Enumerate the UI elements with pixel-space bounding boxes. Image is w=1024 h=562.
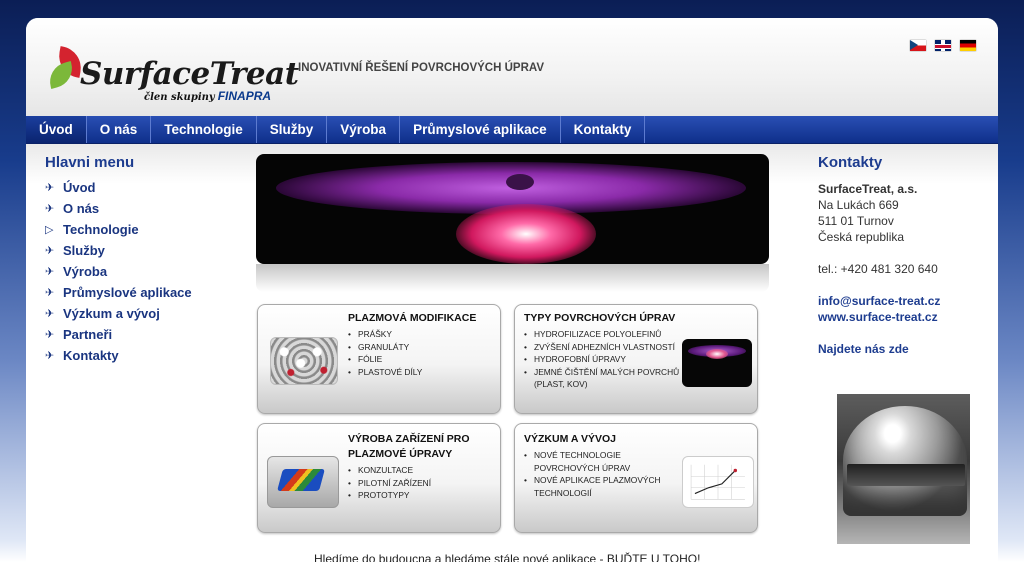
card-title: VÝZKUM A VÝVOJ (524, 433, 616, 445)
logo-text: SurfaceTreat (80, 56, 299, 92)
sidebar-item-vyroba[interactable]: ✈ Výroba (45, 261, 235, 282)
nav-item-o-nas[interactable]: O nás (87, 116, 152, 143)
wing-icon: ✈ (45, 329, 55, 341)
wing-icon: ✈ (45, 266, 55, 278)
sidebar-item-prumyslove-aplikace[interactable]: ✈ Průmyslové aplikace (45, 282, 235, 303)
wing-icon: ✈ (45, 203, 55, 215)
list-item: HYDROFILIZACE POLYOLEFINŮ (524, 328, 689, 341)
nav-item-prumyslove-aplikace[interactable]: Průmyslové aplikace (400, 116, 561, 143)
page-container: SurfaceTreat člen skupiny FINAPRA INOVATI… (26, 18, 998, 562)
triangle-right-icon: ▷ (45, 224, 54, 236)
de-flag-icon[interactable] (960, 40, 976, 51)
granules-image (270, 337, 338, 385)
water-droplet-photo (837, 394, 970, 544)
list-item: PROTOTYPY (348, 489, 498, 502)
list-item: PLASTOVÉ DÍLY (348, 366, 498, 379)
banner-reflection (256, 264, 769, 292)
logo-subtitle: člen skupiny FINAPRA (144, 89, 272, 103)
list-item: PRÁŠKY (348, 328, 498, 341)
sidebar-item-vyzkum-a-vyvoj[interactable]: ✈ Výzkum a vývoj (45, 303, 235, 324)
wing-icon: ✈ (45, 308, 55, 320)
web-link[interactable]: www.surface-treat.cz (818, 309, 988, 325)
card-title: VÝROBA ZAŘÍZENÍ PRO PLAZMOVÉ ÚPRAVY (348, 433, 470, 460)
gb-flag-icon[interactable] (935, 40, 951, 51)
contacts-panel: Kontakty SurfaceTreat, a.s. Na Lukách 66… (818, 154, 988, 357)
sidebar-title: Hlavni menu (45, 154, 135, 171)
sidebar-item-uvod[interactable]: ✈ Úvod (45, 177, 235, 198)
phone-number: tel.: +420 481 320 640 (818, 262, 938, 276)
sidebar: Hlavni menu ✈ Úvod ✈ O nás ▷ Technologie ✈ S… (45, 154, 235, 366)
sidebar-item-technologie[interactable]: ▷ Technologie (45, 219, 235, 240)
address-city: 511 01 Turnov (818, 214, 894, 228)
contacts-title: Kontakty (818, 154, 883, 171)
list-item: NOVÉ TECHNOLOGIE POVRCHOVÝCH ÚPRAV (524, 449, 684, 474)
nav-item-technologie[interactable]: Technologie (151, 116, 257, 143)
plasma-thumbnail-image (682, 339, 752, 387)
card-title: PLAZMOVÁ MODIFIKACE (348, 312, 477, 324)
nav-item-uvod[interactable]: Úvod (26, 116, 87, 143)
wing-icon: ✈ (45, 287, 55, 299)
nav-item-kontakty[interactable]: Kontakty (561, 116, 646, 143)
logo[interactable]: SurfaceTreat člen skupiny FINAPRA (45, 46, 299, 106)
wing-icon: ✈ (45, 182, 55, 194)
main-nav: Úvod O nás Technologie Služby Výroba Prů… (26, 116, 998, 144)
hero-banner-plasma (256, 154, 769, 264)
wing-icon: ✈ (45, 245, 55, 257)
content-area: Hlavni menu ✈ Úvod ✈ O nás ▷ Technologie ✈ S… (26, 144, 998, 562)
list-item: GRANULÁTY (348, 341, 498, 354)
card-vyroba-zarizeni[interactable]: VÝROBA ZAŘÍZENÍ PRO PLAZMOVÉ ÚPRAVY KONZ… (257, 423, 501, 533)
device-model-image (267, 456, 339, 508)
cz-flag-icon[interactable] (910, 40, 926, 51)
language-switcher (910, 40, 976, 51)
sidebar-item-o-nas[interactable]: ✈ O nás (45, 198, 235, 219)
address-street: Na Lukách 669 (818, 198, 899, 212)
sidebar-item-sluzby[interactable]: ✈ Služby (45, 240, 235, 261)
card-plazmova-modifikace[interactable]: PLAZMOVÁ MODIFIKACE PRÁŠKY GRANULÁTY FÓL… (257, 304, 501, 414)
email-link[interactable]: info@surface-treat.cz (818, 293, 988, 309)
list-item: NOVÉ APLIKACE PLAZMOVÝCH TECHNOLOGIÍ (524, 474, 684, 499)
list-item: FÓLIE (348, 353, 498, 366)
sidebar-item-partneri[interactable]: ✈ Partneři (45, 324, 235, 345)
list-item: PILOTNÍ ZAŘÍZENÍ (348, 477, 498, 490)
graph-thumbnail-image (682, 456, 754, 508)
tagline: INOVATIVNÍ ŘEŠENÍ POVRCHOVÝCH ÚPRAV (298, 62, 545, 74)
nav-item-vyroba[interactable]: Výroba (327, 116, 401, 143)
footer-slogan: Hledíme do budoucna a hledáme stále nové… (314, 552, 701, 562)
list-item: JEMNÉ ČIŠTĚNÍ MALÝCH POVRCHŮ (PLAST, KOV… (524, 366, 689, 391)
card-typy-povrchovych-uprav[interactable]: TYPY POVRCHOVÝCH ÚPRAV HYDROFILIZACE POL… (514, 304, 758, 414)
wing-icon: ✈ (45, 350, 55, 362)
sidebar-item-kontakty[interactable]: ✈ Kontakty (45, 345, 235, 366)
company-name: SurfaceTreat, a.s. (818, 182, 918, 196)
find-us-link[interactable]: Najdete nás zde (818, 341, 988, 357)
header: SurfaceTreat člen skupiny FINAPRA INOVATI… (26, 18, 998, 116)
list-item: HYDROFOBNÍ ÚPRAVY (524, 353, 689, 366)
list-item: ZVÝŠENÍ ADHEZNÍCH VLASTNOSTÍ (524, 341, 689, 354)
address-country: Česká republika (818, 230, 905, 244)
list-item: KONZULTACE (348, 464, 498, 477)
nav-item-sluzby[interactable]: Služby (257, 116, 328, 143)
card-vyzkum-a-vyvoj[interactable]: VÝZKUM A VÝVOJ NOVÉ TECHNOLOGIE POVRCHOV… (514, 423, 758, 533)
card-title: TYPY POVRCHOVÝCH ÚPRAV (524, 312, 676, 324)
